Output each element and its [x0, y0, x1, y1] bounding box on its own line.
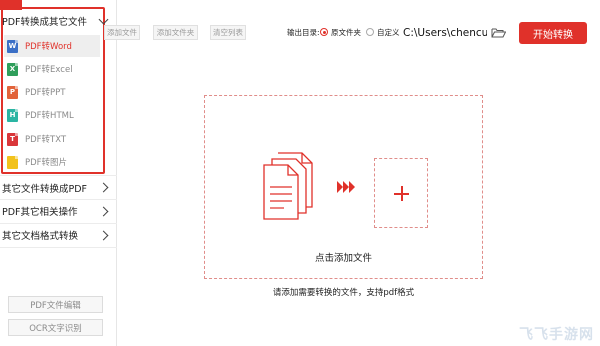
drop-zone-label: 点击添加文件	[314, 253, 372, 264]
output-dir-label: 输出目录:	[287, 28, 320, 37]
divider	[0, 247, 117, 248]
plus-icon-vertical	[401, 186, 403, 201]
folder-open-icon[interactable]	[491, 27, 506, 38]
group-other-to-pdf[interactable]: 其它文件转换成PDF	[0, 175, 117, 199]
excel-file-icon: X	[7, 62, 18, 76]
supported-format-hint: 请添加需要转换的文件，支持pdf格式	[272, 288, 415, 298]
start-convert-button[interactable]: 开始转换	[519, 22, 587, 44]
pdf-edit-button[interactable]: PDF文件编辑	[8, 296, 103, 313]
sidebar-item-label: PDF转PPT	[25, 88, 66, 98]
group-label: PDF其它相关操作	[2, 207, 78, 218]
txt-file-icon: T	[7, 132, 18, 146]
group-label: 其它文件转换成PDF	[2, 183, 88, 195]
html-file-icon: H	[7, 108, 18, 122]
sidebar-item-label: PDF转图片	[25, 158, 68, 168]
sidebar-item-label: PDF转Excel	[25, 65, 73, 75]
chevron-right-icon	[98, 182, 109, 193]
document-icon	[263, 152, 313, 220]
chevron-right-icon	[98, 230, 109, 240]
group-pdf-to-other[interactable]: PDF转换成其它文件	[0, 9, 117, 33]
file-drop-zone[interactable]: 点击添加文件	[204, 95, 483, 279]
ocr-button[interactable]: OCR文字识别	[8, 319, 103, 336]
sidebar-item-label: PDF转TXT	[25, 135, 67, 145]
chevron-down-icon	[98, 14, 109, 25]
clear-list-button[interactable]: 清空列表	[210, 25, 246, 40]
radio-custom-label: 自定义	[377, 28, 400, 37]
radio-original-folder[interactable]	[320, 28, 328, 36]
sidebar-item-pdf-to-ppt[interactable]: P PDF转PPT	[4, 81, 100, 103]
output-path-input[interactable]	[403, 24, 487, 42]
sidebar-item-pdf-to-html[interactable]: H PDF转HTML	[4, 104, 100, 126]
sidebar-item-label: PDF转HTML	[25, 111, 74, 121]
sidebar-item-pdf-to-txt[interactable]: T PDF转TXT	[4, 128, 100, 150]
word-file-icon: W	[7, 39, 18, 53]
group-label: 其它文档格式转换	[2, 231, 79, 242]
add-file-button[interactable]: 添加文件	[104, 25, 140, 40]
chevron-right-icon	[98, 206, 109, 216]
add-placeholder[interactable]	[374, 158, 428, 228]
ppt-file-icon: P	[7, 85, 18, 99]
sidebar-item-pdf-to-image[interactable]: PDF转图片	[4, 151, 100, 173]
sidebar-item-pdf-to-excel[interactable]: X PDF转Excel	[4, 58, 100, 80]
sidebar-item-label: PDF转Word	[25, 42, 72, 52]
group-pdf-other-ops[interactable]: PDF其它相关操作	[0, 199, 117, 223]
sidebar: PDF转换成其它文件 W PDF转Word X PDF转Excel P PDF转…	[0, 0, 117, 346]
group-other-doc-convert[interactable]: 其它文档格式转换	[0, 223, 117, 247]
group-label: PDF转换成其它文件	[2, 17, 88, 28]
image-file-icon	[7, 155, 18, 169]
radio-original-label: 原文件夹	[331, 28, 361, 37]
sidebar-item-pdf-to-word[interactable]: W PDF转Word	[4, 35, 100, 57]
radio-custom[interactable]	[366, 28, 374, 36]
arrow-right-icon	[337, 181, 355, 193]
watermark: 飞飞手游网	[519, 327, 594, 343]
add-folder-button[interactable]: 添加文件夹	[153, 25, 198, 40]
